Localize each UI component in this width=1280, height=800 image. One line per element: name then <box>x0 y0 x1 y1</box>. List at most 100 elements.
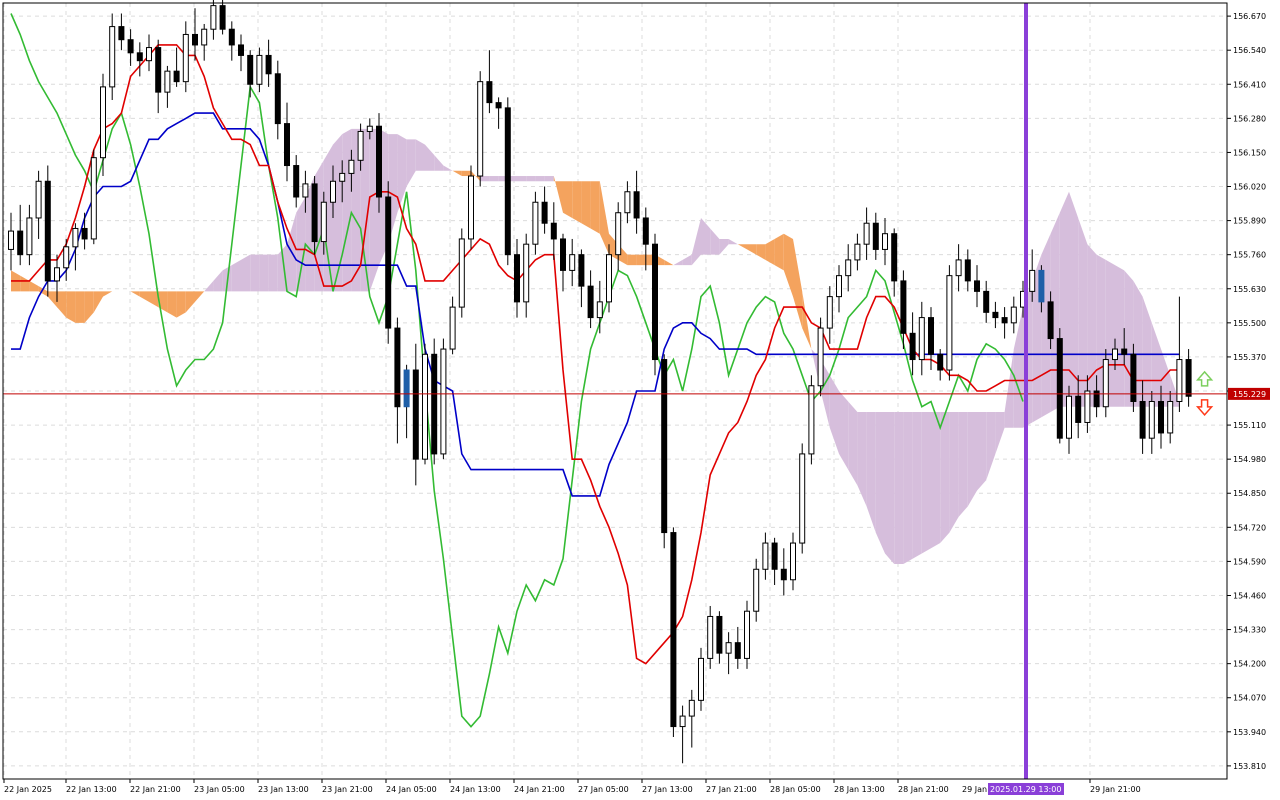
bull-candle-body <box>918 317 925 361</box>
bear-candle-body <box>173 70 180 83</box>
y-tick-label: 154.200 <box>1233 660 1266 669</box>
bull-candle-body <box>366 125 373 132</box>
y-tick-label: 154.980 <box>1233 455 1266 464</box>
bull-candle-body <box>403 369 410 408</box>
bull-candle-body <box>1102 359 1109 408</box>
bull-candle-body <box>1066 395 1072 439</box>
y-tick-label: 155.110 <box>1233 421 1266 430</box>
bear-candle-body <box>274 73 281 125</box>
kumo-bear-segment <box>967 411 977 507</box>
kumo-bear-segment <box>912 411 922 559</box>
kumo-bear-segment <box>903 411 913 565</box>
kumo-bear-segment <box>296 197 306 292</box>
bull-candle-body <box>72 227 79 248</box>
bear-candle-body <box>872 222 879 250</box>
bull-candle-body <box>100 86 106 159</box>
y-tick-label: 155.500 <box>1233 319 1266 328</box>
bull-candle-body <box>808 385 815 455</box>
kumo-bull-segment <box>581 181 591 229</box>
bull-candle-body <box>146 47 152 62</box>
bull-candle-body <box>1084 390 1091 423</box>
x-tick-label: 28 Jan 13:00 <box>834 785 885 794</box>
kumo-bear-segment <box>517 176 527 182</box>
kumo-bear-segment <box>535 176 545 182</box>
y-tick-label: 154.720 <box>1233 523 1266 532</box>
bull-candle-body <box>54 267 60 282</box>
bull-candle-body <box>63 246 70 269</box>
bear-candle-body <box>155 47 162 93</box>
x-tick-label: 28 Jan 05:00 <box>770 785 821 794</box>
x-tick-label: 27 Jan 21:00 <box>706 785 757 794</box>
kumo-bear-segment <box>958 411 968 517</box>
kumo-bear-segment <box>875 411 885 554</box>
kumo-bear-segment <box>977 411 987 491</box>
bull-candle-body <box>477 81 484 177</box>
kumo-bull-segment <box>461 170 471 177</box>
price-chart[interactable]: 156.670 156.540 156.410 156.280 156.150 156.0… <box>0 0 1280 800</box>
bear-candle-body <box>1047 301 1054 340</box>
kumo-bear-segment <box>231 259 241 292</box>
kumo-bull-segment <box>572 181 582 224</box>
bear-candle-body <box>652 243 658 361</box>
kumo-bear-segment <box>259 254 269 292</box>
bull-candle-body <box>753 568 760 612</box>
bull-candle-body <box>302 183 309 198</box>
bull-candle-body <box>182 33 189 83</box>
y-tick-label: 154.070 <box>1233 694 1266 703</box>
bull-candle-body <box>357 130 364 161</box>
bear-candle-body <box>1093 390 1100 408</box>
bull-candle-body <box>799 453 806 544</box>
bear-candle-body <box>1121 348 1128 355</box>
bear-candle-body <box>265 54 272 75</box>
bear-candle-body <box>670 532 677 728</box>
bear-candle-body <box>900 280 907 334</box>
bear-candle-body <box>127 39 134 54</box>
bull-candle-body <box>449 306 456 350</box>
bull-candle-body <box>882 233 888 250</box>
kumo-bull-segment <box>66 291 76 323</box>
bear-candle-body <box>1130 353 1137 402</box>
bear-candle-body <box>1139 400 1146 439</box>
y-tick-label: 155.760 <box>1233 251 1266 260</box>
bear-candle-body <box>974 280 980 292</box>
bull-candle-body <box>596 301 603 319</box>
bull-candle-body <box>1112 348 1118 361</box>
bull-candle-body <box>569 254 576 271</box>
bull-candle-body <box>164 70 171 93</box>
bull-candle-body <box>90 157 97 240</box>
bull-candle-body <box>523 243 530 303</box>
bull-candle-body <box>698 657 704 701</box>
bear-candle-body <box>780 568 787 581</box>
kumo-bear-segment <box>268 254 278 292</box>
bull-candle-body <box>725 642 732 654</box>
y-tick-label: 156.150 <box>1233 148 1266 157</box>
x-tick-label: 28 Jan 21:00 <box>898 785 949 794</box>
time-marker-label: 2025.01.29 13:00 <box>990 785 1061 794</box>
bear-candle-body <box>486 81 493 104</box>
kumo-bear-segment <box>921 411 931 554</box>
x-tick-label: 24 Jan 21:00 <box>514 785 565 794</box>
y-tick-label: 156.410 <box>1233 80 1266 89</box>
x-tick-label: 22 Jan 21:00 <box>130 785 181 794</box>
x-tick-label: 23 Jan 21:00 <box>322 785 373 794</box>
bull-candle-body <box>1148 400 1155 439</box>
bear-candle-body <box>541 201 548 224</box>
bull-candle-body <box>845 259 852 277</box>
x-tick-label: 22 Jan 13:00 <box>66 785 117 794</box>
bull-candle-body <box>256 54 263 85</box>
bear-candle-body <box>633 191 640 219</box>
kumo-bear-segment <box>342 128 352 292</box>
bull-candle-body <box>320 201 327 243</box>
bull-candle-body <box>854 243 861 261</box>
bear-candle-body <box>587 285 594 319</box>
y-tick-label: 153.940 <box>1233 728 1266 737</box>
kumo-bear-segment <box>894 411 904 565</box>
kumo-bear-segment <box>489 176 499 182</box>
y-tick-label: 154.330 <box>1233 626 1266 635</box>
bear-candle-body <box>228 28 235 46</box>
bull-candle-body <box>762 542 769 570</box>
bear-candle-body <box>1075 395 1082 423</box>
bull-candle-body <box>1010 306 1017 324</box>
bull-candle-body <box>955 259 962 277</box>
bull-candle-body <box>1167 400 1174 434</box>
